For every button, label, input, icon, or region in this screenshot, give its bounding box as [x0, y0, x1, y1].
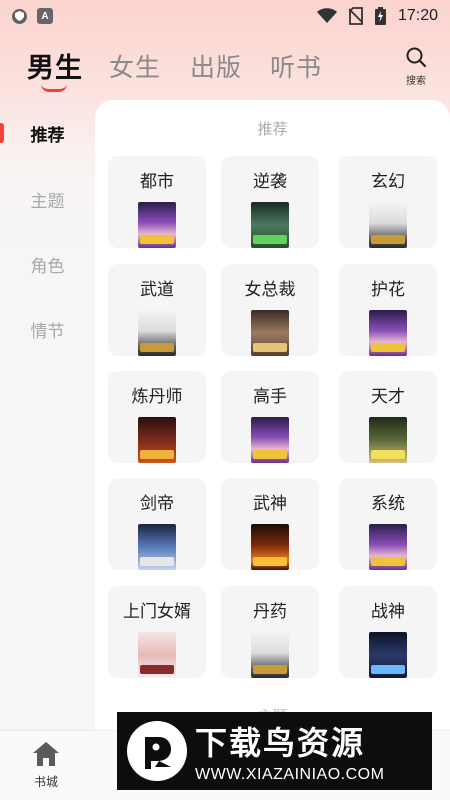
tab-male[interactable]: 男生 [27, 46, 83, 85]
wifi-icon [316, 8, 337, 23]
no-sim-icon [348, 7, 363, 25]
book-cover-image [251, 632, 289, 678]
category-label: 剑帝 [140, 494, 174, 514]
category-card[interactable]: 上门女婿 [108, 586, 206, 678]
category-card[interactable]: 炼丹师 [108, 371, 206, 463]
book-cover-image [138, 202, 176, 248]
status-time: 17:20 [397, 7, 438, 24]
bottom-tab-label: 书城 [33, 775, 58, 789]
category-label: 天才 [371, 387, 405, 407]
bottom-tab-bookstore[interactable]: 书城 [18, 741, 74, 797]
tab-female[interactable]: 女生 [109, 48, 161, 84]
category-label: 高手 [253, 387, 287, 407]
category-card[interactable]: 玄幻 [339, 156, 437, 248]
watermark-banner: 下载鸟资源 WWW.XIAZAINIAO.COM [117, 712, 432, 790]
section-title-recommend: 推荐 [257, 120, 288, 138]
category-card[interactable]: 武道 [108, 264, 206, 356]
category-card[interactable]: 系统 [339, 478, 437, 570]
category-label: 战神 [371, 602, 405, 622]
category-card[interactable]: 丹药 [221, 586, 319, 678]
book-cover-image [369, 310, 407, 356]
battery-charging-icon [374, 7, 386, 25]
category-card[interactable]: 都市 [108, 156, 206, 248]
watermark-url: WWW.XIAZAINIAO.COM [195, 766, 385, 783]
category-label: 护花 [371, 280, 405, 300]
book-cover-image [369, 202, 407, 248]
category-label: 玄幻 [371, 172, 405, 192]
category-card[interactable]: 护花 [339, 264, 437, 356]
top-tab-bar: 男生 女生 出版 听书 搜索 [0, 40, 450, 98]
category-card[interactable]: 武神 [221, 478, 319, 570]
category-label: 逆袭 [253, 172, 287, 192]
book-cover-image [138, 632, 176, 678]
category-card[interactable]: 战神 [339, 586, 437, 678]
side-nav: 推荐 主题 角色 情节 [0, 100, 95, 730]
category-card[interactable]: 高手 [221, 371, 319, 463]
book-cover-image [251, 202, 289, 248]
book-cover-image [369, 632, 407, 678]
side-item-role[interactable]: 角色 [0, 252, 95, 277]
tab-publish[interactable]: 出版 [190, 48, 242, 84]
book-cover-image [251, 310, 289, 356]
category-card[interactable]: 女总裁 [221, 264, 319, 356]
category-label: 上门女婿 [123, 602, 191, 622]
book-cover-image [369, 524, 407, 570]
book-cover-image [251, 417, 289, 463]
category-label: 武道 [140, 280, 174, 300]
category-panel: 推荐 都市逆袭玄幻武道女总裁护花炼丹师高手天才剑帝武神系统上门女婿丹药战神 主题 [95, 100, 450, 740]
book-cover-image [138, 310, 176, 356]
side-item-theme[interactable]: 主题 [0, 187, 95, 212]
search-icon [406, 47, 427, 68]
category-card[interactable]: 天才 [339, 371, 437, 463]
book-cover-image [138, 524, 176, 570]
category-label: 女总裁 [244, 280, 296, 300]
watermark-title: 下载鸟资源 [195, 724, 366, 762]
search-button[interactable]: 搜索 [398, 46, 434, 92]
book-cover-image [369, 417, 407, 463]
tab-audiobook[interactable]: 听书 [270, 48, 322, 84]
side-item-recommend[interactable]: 推荐 [0, 121, 95, 146]
home-icon [33, 742, 59, 766]
status-bar: A 17:20 [0, 0, 450, 32]
search-label: 搜索 [406, 76, 426, 87]
shield-notification-icon [12, 8, 27, 24]
category-label: 都市 [140, 172, 174, 192]
category-label: 武神 [253, 494, 287, 514]
book-cover-image [138, 417, 176, 463]
book-cover-image [251, 524, 289, 570]
category-label: 系统 [371, 494, 405, 514]
active-tab-indicator [41, 84, 67, 92]
a-notification-icon: A [37, 8, 53, 24]
side-item-plot[interactable]: 情节 [0, 317, 95, 342]
bird-logo-icon [127, 721, 187, 781]
category-label: 炼丹师 [131, 387, 183, 407]
category-card[interactable]: 逆袭 [221, 156, 319, 248]
category-label: 丹药 [253, 602, 287, 622]
category-card[interactable]: 剑帝 [108, 478, 206, 570]
